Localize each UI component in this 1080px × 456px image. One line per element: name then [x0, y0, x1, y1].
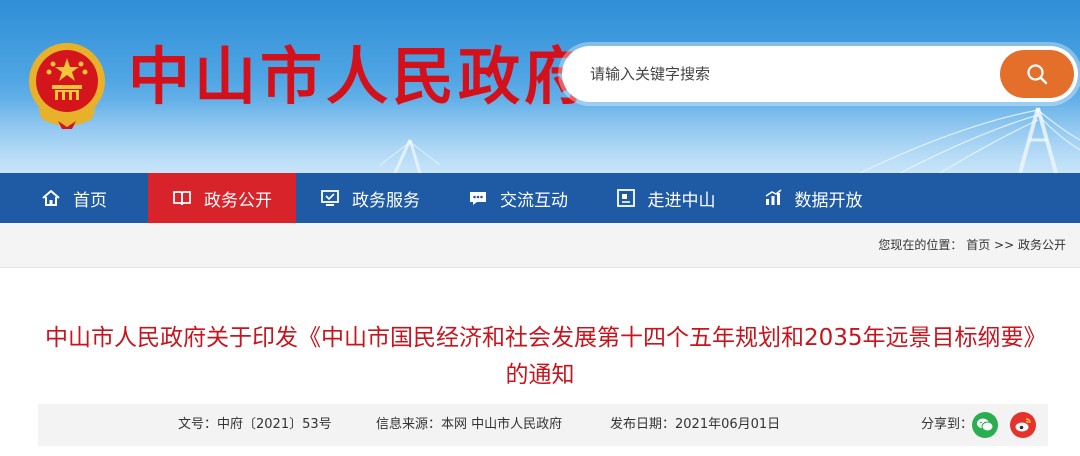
site-header: 中山市人民政府 — [0, 0, 1080, 173]
breadcrumb-separator: >> — [994, 238, 1015, 252]
nav-item-label: 政务公开 — [204, 190, 272, 211]
breadcrumb-link-home[interactable]: 首页 — [966, 238, 990, 252]
nav-item-label: 走进中山 — [647, 190, 716, 211]
breadcrumb: 您现在的位置： 首页 >> 政务公开 — [878, 223, 1066, 268]
search-icon — [1027, 64, 1048, 85]
monitor-icon — [321, 190, 339, 206]
main-nav: 首页 政务公开 政务服务 交流互动 走进中山 数据开放 — [0, 173, 1080, 223]
national-emblem-icon — [29, 43, 105, 129]
book-icon — [173, 191, 191, 206]
breadcrumb-prefix: 您现在的位置： — [878, 238, 963, 252]
nav-item-about-zhongshan[interactable]: 走进中山 — [592, 173, 739, 223]
chat-icon — [470, 192, 486, 205]
share-label: 分享到： — [921, 417, 974, 432]
picture-icon — [616, 189, 635, 207]
nav-item-government-affairs[interactable]: 政务公开 — [148, 173, 296, 223]
search-input[interactable] — [590, 46, 990, 102]
breadcrumb-link-government-affairs[interactable]: 政务公开 — [1018, 238, 1066, 252]
nav-item-government-services[interactable]: 政务服务 — [296, 173, 444, 223]
nav-item-label: 交流互动 — [500, 190, 568, 211]
nav-item-label: 数据开放 — [794, 190, 863, 211]
wechat-share-button[interactable] — [972, 412, 998, 438]
search-box — [562, 46, 1078, 102]
nav-item-label: 首页 — [73, 190, 107, 211]
search-button[interactable] — [1000, 50, 1074, 98]
site-title: 中山市人民政府 — [128, 40, 591, 113]
publish-date: 发布日期：2021年06月01日 — [610, 417, 781, 432]
article-title: 中山市人民政府关于印发《中山市国民经济和社会发展第十四个五年规划和2035年远景… — [44, 325, 1036, 388]
document-number: 文号：中府〔2021〕53号 — [178, 417, 332, 432]
weibo-icon — [1015, 418, 1031, 432]
breadcrumb-bar: 您现在的位置： 首页 >> 政务公开 — [0, 223, 1080, 268]
wechat-icon — [977, 418, 994, 432]
nav-item-home[interactable]: 首页 — [0, 173, 148, 223]
info-source: 信息来源：本网 中山市人民政府 — [376, 417, 563, 432]
home-icon — [42, 190, 60, 206]
nav-item-open-data[interactable]: 数据开放 — [739, 173, 886, 223]
bar-chart-icon — [765, 189, 781, 205]
article-meta-bar: 文号：中府〔2021〕53号 信息来源：本网 中山市人民政府 发布日期：2021… — [38, 404, 1048, 446]
nav-item-label: 政务服务 — [352, 190, 420, 211]
nav-item-interaction[interactable]: 交流互动 — [444, 173, 592, 223]
weibo-share-button[interactable] — [1010, 412, 1036, 438]
